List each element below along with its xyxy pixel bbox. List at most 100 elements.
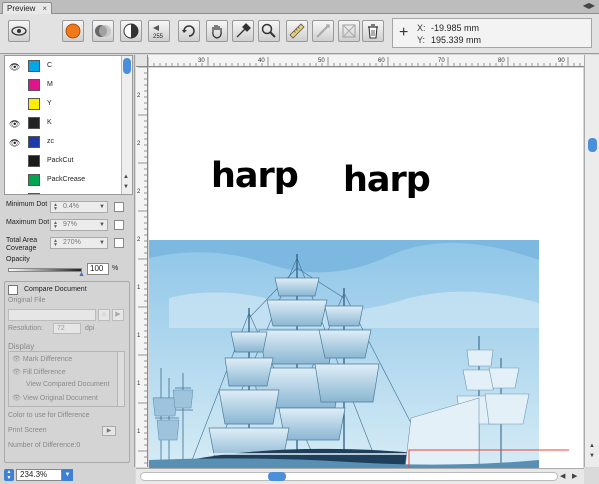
tab-preview[interactable]: Preview × (2, 2, 52, 14)
ruler-origin[interactable] (136, 55, 148, 67)
horizontal-scroll-track[interactable] (140, 472, 558, 481)
zoom-tool-button[interactable] (258, 20, 280, 42)
separation-row[interactable]: PackCrease (5, 172, 121, 191)
ruler-tick-label: 1 (137, 333, 141, 339)
separation-name: PackCut (47, 157, 74, 164)
invert-button[interactable] (120, 20, 142, 42)
ruler-tick-label: 2 (137, 189, 141, 195)
delete-button[interactable] (362, 20, 384, 42)
horizontal-ruler-ticks: 30 40 50 60 70 80 90 (148, 57, 581, 66)
toolbar: 255 + X: -19.985 mm Y: 195.339 mm (0, 14, 599, 54)
preview-toggle-icon (11, 26, 27, 36)
separation-row[interactable]: 👁 C (5, 58, 121, 77)
separation-name: K (47, 119, 52, 126)
tab-close-icon[interactable]: × (42, 3, 47, 14)
panel-menu-icon[interactable]: ◀▶ (583, 1, 595, 10)
crop-tool-button[interactable] (338, 20, 360, 42)
separation-list-scrollbar[interactable]: ▲ ▼ (121, 56, 132, 194)
ruler-tool-button[interactable] (286, 20, 308, 42)
separation-row[interactable]: 👁 K (5, 115, 121, 134)
total-area-coverage-checkbox[interactable] (114, 238, 124, 248)
separation-row[interactable]: PANTONE ... (5, 191, 121, 194)
display-list-scrollbar[interactable] (117, 351, 125, 407)
ruler-tick-label: 90 (558, 58, 565, 64)
separation-color-swatch (28, 193, 40, 194)
minimum-dot-checkbox[interactable] (114, 202, 124, 212)
separation-row[interactable]: PackCut (5, 153, 121, 172)
scroll-right-arrow-icon[interactable]: ▶ (572, 472, 577, 480)
separation-name: PackCrease (47, 176, 86, 183)
hand-icon (212, 25, 222, 39)
zoom-level-field[interactable]: 234.3% (16, 469, 62, 481)
separation-color-swatch (28, 117, 40, 129)
view-compared-document-option[interactable]: View Compared Document (26, 381, 110, 388)
resolution-label: Resolution: (8, 325, 44, 332)
preview-toggle-button[interactable] (8, 20, 30, 42)
separation-row[interactable]: M (5, 77, 121, 96)
mark-difference-option[interactable]: 👁 Mark Difference (12, 355, 72, 363)
total-area-coverage-spinner-icon[interactable]: ▲ ▼ (53, 239, 60, 248)
view-original-document-option[interactable]: 👁 View Original Document (12, 394, 98, 402)
maximum-dot-spinner-icon[interactable]: ▲ ▼ (53, 221, 60, 230)
measure-tool-button[interactable] (312, 20, 334, 42)
eye-icon: 👁 (12, 356, 21, 363)
zoom-control: ▲ ▼ 234.3% ▼ (0, 467, 135, 484)
horizontal-scroll-thumb[interactable] (268, 472, 286, 481)
print-screen-label: Print Screen (8, 427, 47, 434)
opacity-slider[interactable] (8, 268, 82, 272)
scroll-down-arrow-icon[interactable]: ▼ (589, 453, 595, 459)
gradient-255-label: 255 (153, 34, 164, 40)
ruler-tick-label: 1 (137, 381, 141, 387)
visibility-eye-icon[interactable]: 👁 (9, 62, 20, 73)
play-icon[interactable]: ▶ (112, 309, 124, 321)
overprint-button[interactable] (92, 20, 114, 42)
separation-scroll-thumb[interactable] (123, 58, 131, 74)
view-original-document-label: View Original Document (22, 395, 98, 402)
ruler-tick-label: 2 (137, 141, 141, 147)
color-separation-button[interactable] (62, 20, 84, 42)
eyedropper-button[interactable] (232, 20, 254, 42)
preview-canvas[interactable]: harp harp (149, 68, 583, 468)
separation-row[interactable]: Y (5, 96, 121, 115)
separation-row[interactable]: 👁 zc (5, 134, 121, 153)
minimum-dot-spinner-icon[interactable]: ▲ ▼ (53, 203, 60, 212)
vertical-scroll-thumb[interactable] (588, 138, 597, 152)
maximum-dot-field[interactable]: ▲ ▼ 97% ▼ (50, 219, 108, 231)
separation-color-swatch (28, 79, 40, 91)
visibility-eye-icon[interactable]: 👁 (9, 119, 20, 130)
vertical-scrollbar[interactable]: ▲ ▼ (584, 55, 599, 467)
scroll-left-arrow-icon[interactable]: ◀ (560, 472, 565, 480)
view-compared-document-label: View Compared Document (26, 381, 110, 388)
total-area-coverage-field[interactable]: ▲ ▼ 270% ▼ (50, 237, 108, 249)
minimum-dot-dropdown-icon[interactable]: ▼ (99, 202, 105, 212)
opacity-value-field[interactable]: 100 (87, 263, 109, 275)
zoom-spinner-icon[interactable]: ▲ ▼ (4, 469, 14, 481)
resolution-field[interactable]: 72 (53, 323, 81, 334)
scroll-up-icon[interactable]: ▲ (123, 174, 129, 180)
minimum-dot-label: Minimum Dot (6, 201, 48, 208)
scroll-down-icon[interactable]: ▼ (123, 184, 129, 190)
compare-document-label: Compare Document (24, 286, 87, 293)
minimum-dot-field[interactable]: ▲ ▼ 0.4% ▼ (50, 201, 108, 213)
opacity-slider-thumb[interactable]: ▲ (78, 271, 85, 278)
horizontal-scrollbar[interactable]: ◀ ▶ (136, 468, 584, 484)
scroll-up-arrow-icon[interactable]: ▲ (589, 443, 595, 449)
ruler-tick-label: 2 (137, 237, 141, 243)
total-area-coverage-dropdown-icon[interactable]: ▼ (99, 238, 105, 248)
print-screen-button[interactable]: ▶ (102, 426, 116, 436)
zoom-dropdown-icon[interactable]: ▼ (62, 469, 73, 481)
compare-document-checkbox[interactable] (8, 285, 18, 295)
mark-difference-label: Mark Difference (22, 356, 73, 363)
ruler-icon (289, 23, 305, 39)
gradient-255-button[interactable]: 255 (148, 20, 170, 42)
fill-difference-option[interactable]: 👁 Fill Difference (12, 368, 66, 376)
visibility-eye-icon[interactable]: 👁 (9, 138, 20, 149)
maximum-dot-dropdown-icon[interactable]: ▼ (99, 220, 105, 230)
rotate-button[interactable] (178, 20, 200, 42)
rotate-icon (182, 25, 195, 37)
original-file-field[interactable] (8, 309, 96, 321)
hand-tool-button[interactable] (206, 20, 228, 42)
browse-folder-icon[interactable]: ⌂ (98, 309, 110, 321)
maximum-dot-checkbox[interactable] (114, 220, 124, 230)
ruler-tick-label: 30 (198, 58, 205, 64)
